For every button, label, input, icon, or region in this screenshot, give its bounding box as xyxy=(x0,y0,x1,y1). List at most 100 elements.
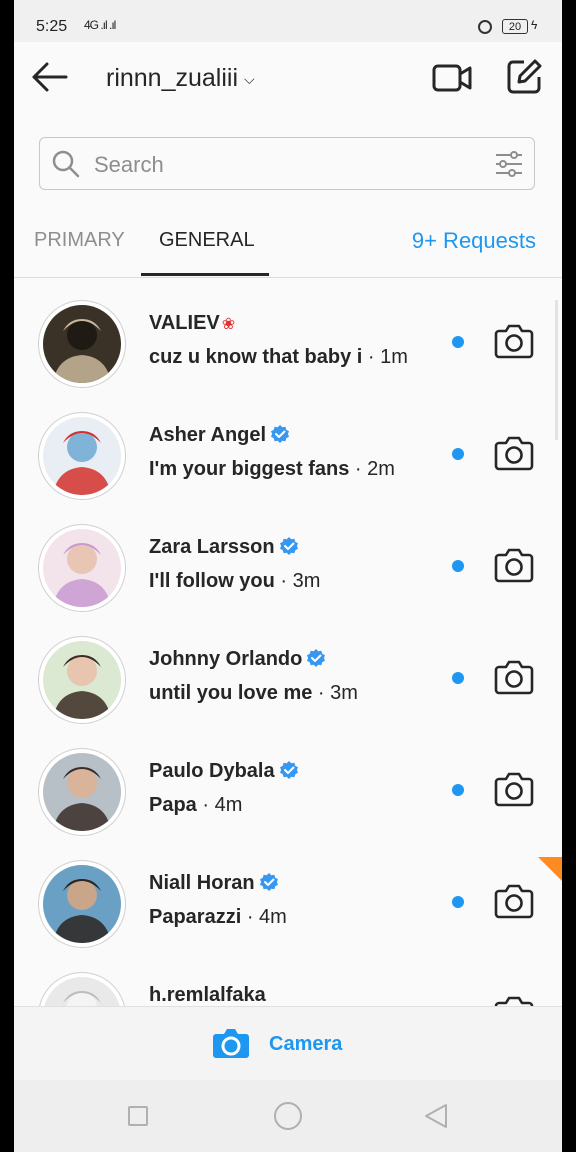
verified-badge-icon xyxy=(259,873,278,891)
conversation-row[interactable]: VALIEV ❀ cuz u know that baby i · 1m xyxy=(14,280,562,392)
conversation-name: Asher Angel xyxy=(149,424,290,447)
conversation-row[interactable]: Johnny Orlando until you love me · 3m xyxy=(14,616,562,728)
message-preview: until you love me · 3m xyxy=(149,682,358,705)
contact-name: Paulo Dybala xyxy=(149,760,275,782)
camera-reply-icon[interactable] xyxy=(494,882,534,920)
camera-reply-icon[interactable] xyxy=(494,658,534,696)
camera-reply-icon[interactable] xyxy=(494,434,534,472)
avatar-image xyxy=(43,865,121,943)
active-tab-indicator xyxy=(141,273,269,276)
message-text: Paparazzi xyxy=(149,906,242,928)
avatar[interactable] xyxy=(38,972,126,1006)
filter-sliders-icon[interactable] xyxy=(494,150,524,178)
top-bar: rinnn_zualiii ⌵ xyxy=(14,42,562,114)
status-time: 5:25 xyxy=(36,18,68,35)
message-time: · 4m xyxy=(246,906,287,928)
camera-icon xyxy=(213,1029,249,1058)
conversation-list: VALIEV ❀ cuz u know that baby i · 1m Asher … xyxy=(14,280,562,1006)
verified-badge-icon xyxy=(279,537,298,555)
avatar[interactable] xyxy=(38,524,126,612)
search-input[interactable]: Search xyxy=(94,152,164,178)
conversation-row[interactable]: h.remlalfaka xyxy=(14,952,562,1006)
back-nav-button[interactable] xyxy=(422,1102,450,1130)
camera-reply-icon[interactable] xyxy=(494,546,534,584)
scrollbar[interactable] xyxy=(555,300,558,440)
unread-dot xyxy=(452,784,464,796)
conversation-row[interactable]: Asher Angel I'm your biggest fans · 2m xyxy=(14,392,562,504)
avatar[interactable] xyxy=(38,748,126,836)
verified-badge-icon xyxy=(271,425,290,443)
camera-reply-icon[interactable] xyxy=(494,770,534,808)
message-preview: Papa · 4m xyxy=(149,794,242,817)
message-time: · 3m xyxy=(317,682,358,704)
avatar[interactable] xyxy=(38,300,126,388)
conversation-name: Johnny Orlando xyxy=(149,648,326,671)
system-nav-bar xyxy=(14,1080,562,1152)
avatar-image xyxy=(43,641,121,719)
charging-icon: ϟ xyxy=(531,18,538,32)
verified-badge-icon xyxy=(307,649,326,667)
message-text: I'm your biggest fans xyxy=(149,458,350,480)
contact-name: Johnny Orlando xyxy=(149,648,303,670)
avatar[interactable] xyxy=(38,412,126,500)
search-bar[interactable]: Search xyxy=(39,137,535,190)
account-name: rinnn_zualiii xyxy=(106,64,239,92)
back-arrow-icon[interactable] xyxy=(30,60,68,94)
status-bar: 5:25 4G .ıl .ıl 20 ϟ xyxy=(14,0,562,42)
message-time: · 4m xyxy=(202,794,243,816)
camera-reply-icon[interactable] xyxy=(494,322,534,360)
inbox-tabs: PRIMARY GENERAL 9+ Requests xyxy=(14,215,562,278)
avatar-image xyxy=(43,977,121,1006)
conversation-name: h.remlalfaka xyxy=(149,984,266,1006)
do-not-disturb-icon xyxy=(478,20,492,34)
message-preview: cuz u know that baby i · 1m xyxy=(149,346,408,369)
contact-name: Asher Angel xyxy=(149,424,267,446)
home-button[interactable] xyxy=(274,1102,302,1130)
message-preview: I'm your biggest fans · 2m xyxy=(149,458,395,481)
contact-name: Zara Larsson xyxy=(149,536,275,558)
battery-icon: 20 xyxy=(502,19,528,34)
unread-dot xyxy=(452,672,464,684)
app-frame: 5:25 4G .ıl .ıl 20 ϟ rinnn_zualiii ⌵ Sear… xyxy=(14,0,562,1152)
bottom-camera-bar[interactable]: Camera xyxy=(14,1006,562,1081)
message-preview: Paparazzi · 4m xyxy=(149,906,287,929)
account-switcher[interactable]: rinnn_zualiii ⌵ xyxy=(106,64,255,93)
message-text: cuz u know that baby i xyxy=(149,346,363,368)
search-icon xyxy=(52,150,80,178)
unread-dot xyxy=(452,560,464,572)
message-time: · 1m xyxy=(367,346,408,368)
unread-dot xyxy=(452,448,464,460)
tab-primary[interactable]: PRIMARY xyxy=(34,229,125,252)
recents-button[interactable] xyxy=(128,1106,148,1126)
avatar[interactable] xyxy=(38,860,126,948)
verified-badge-icon xyxy=(279,761,298,779)
unread-dot xyxy=(452,896,464,908)
contact-name: VALIEV xyxy=(149,312,220,334)
message-time: · 2m xyxy=(354,458,395,480)
contact-name: Niall Horan xyxy=(149,872,255,894)
avatar-image xyxy=(43,417,121,495)
conversation-name: Niall Horan xyxy=(149,872,279,895)
message-text: Papa xyxy=(149,794,197,816)
conversation-name: Paulo Dybala xyxy=(149,760,299,783)
message-text: until you love me xyxy=(149,682,313,704)
conversation-row[interactable]: Paulo Dybala Papa · 4m xyxy=(14,728,562,840)
conversation-name: Zara Larsson xyxy=(149,536,299,559)
new-message-icon[interactable] xyxy=(506,59,542,95)
tab-general[interactable]: GENERAL xyxy=(159,229,255,252)
message-time: · 3m xyxy=(280,570,321,592)
message-preview: I'll follow you · 3m xyxy=(149,570,320,593)
conversation-row[interactable]: Zara Larsson I'll follow you · 3m xyxy=(14,504,562,616)
conversation-row[interactable]: Niall Horan Paparazzi · 4m xyxy=(14,840,562,952)
avatar-image xyxy=(43,753,121,831)
avatar-image xyxy=(43,305,121,383)
message-requests-link[interactable]: 9+ Requests xyxy=(412,228,536,254)
chevron-down-icon: ⌵ xyxy=(244,70,255,87)
video-camera-icon[interactable] xyxy=(432,62,472,94)
avatar-image xyxy=(43,529,121,607)
signal-icon: 4G .ıl .ıl xyxy=(84,18,116,32)
camera-reply-icon[interactable] xyxy=(494,994,534,1006)
avatar[interactable] xyxy=(38,636,126,724)
floating-widget-tab[interactable] xyxy=(538,857,562,881)
rose-emoji-icon: ❀ xyxy=(221,316,236,333)
